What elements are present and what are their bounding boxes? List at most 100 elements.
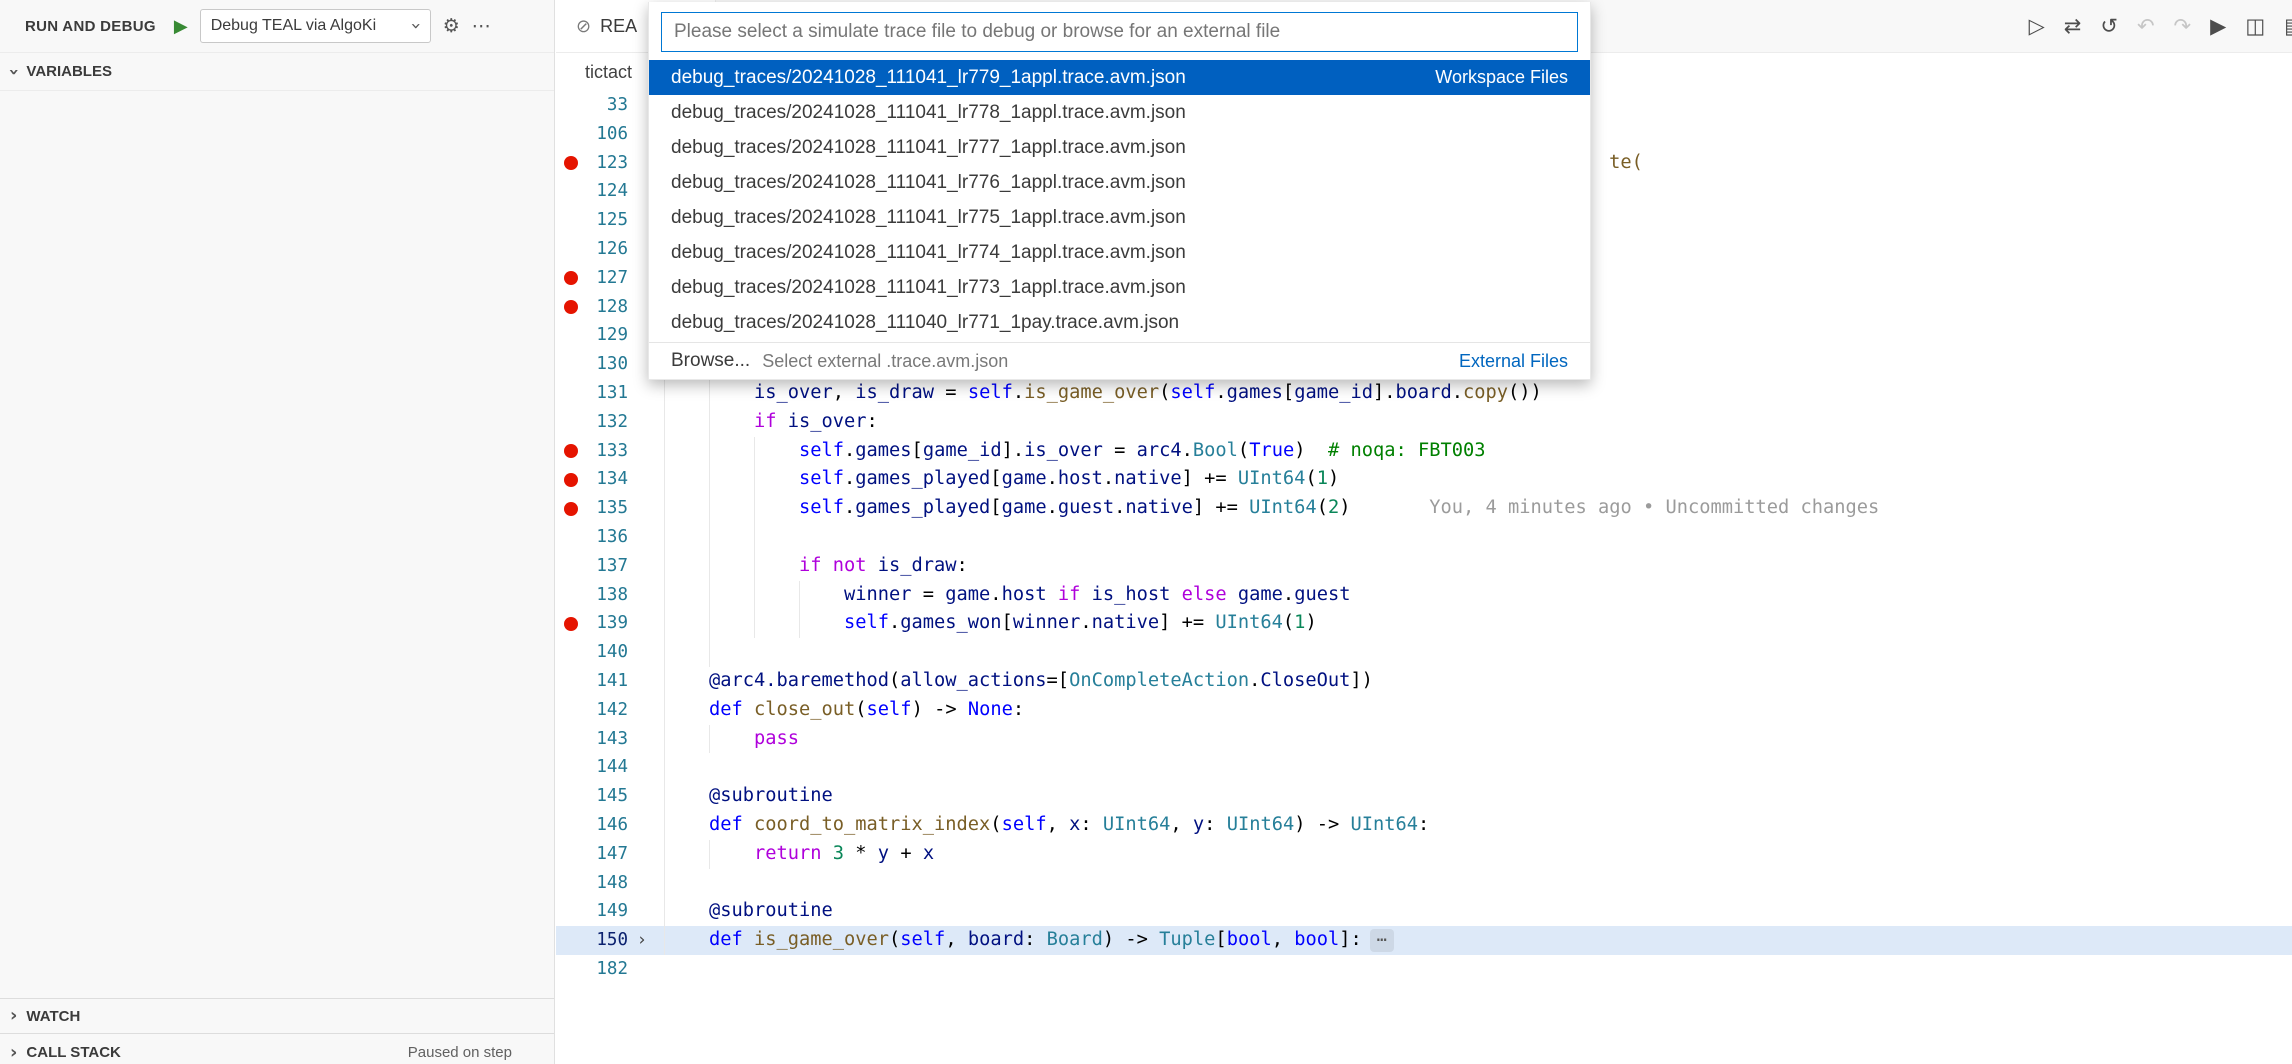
quick-pick-item[interactable]: debug_traces/20241028_111041_lr776_1appl… (649, 165, 1590, 200)
code-token: , (1047, 811, 1070, 840)
quick-pick-item[interactable]: debug_traces/20241028_111041_lr773_1appl… (649, 270, 1590, 305)
breakpoint-dot (564, 185, 578, 199)
fold-gutter (628, 696, 656, 725)
breakpoint-gutter[interactable] (556, 177, 586, 206)
code-token: , (833, 379, 856, 408)
breakpoint-gutter[interactable] (556, 955, 586, 984)
breakpoint-gutter[interactable] (556, 523, 586, 552)
debug-config-dropdown[interactable]: Debug TEAL via AlgoKi › (200, 9, 431, 43)
fold-chevron-icon[interactable]: › (628, 926, 656, 955)
indent-guide (664, 437, 709, 466)
run-below-icon[interactable]: ▶ (2210, 16, 2226, 37)
quick-pick-item[interactable]: debug_traces/20241028_111041_lr777_1appl… (649, 130, 1590, 165)
breakpoint-gutter[interactable] (556, 926, 586, 955)
quick-pick-browse-row[interactable]: Browse... Select external .trace.avm.jso… (649, 342, 1590, 379)
quick-pick-item[interactable]: debug_traces/20241028_111040_lr771_1pay.… (649, 305, 1590, 340)
layout-icon[interactable]: ▤ (2284, 16, 2292, 37)
code-token: . (1283, 581, 1294, 610)
breakpoint-gutter[interactable] (556, 379, 586, 408)
code-token: . (1249, 667, 1260, 696)
breakpoint-gutter[interactable] (556, 782, 586, 811)
code-token: board (968, 926, 1024, 955)
fold-gutter (628, 494, 656, 523)
previous-change-icon[interactable]: ↶ (2137, 16, 2155, 37)
start-debugging-button[interactable]: ▶ (174, 16, 188, 37)
line-number: 143 (586, 725, 628, 754)
breakpoint-gutter[interactable] (556, 350, 586, 379)
breakpoint-gutter[interactable] (556, 408, 586, 437)
variables-label: VARIABLES (26, 63, 112, 80)
indent-guide (664, 581, 709, 610)
quick-pick-input[interactable] (661, 12, 1578, 52)
folded-code-indicator[interactable]: ⋯ (1370, 929, 1394, 952)
breakpoint-gutter[interactable] (556, 552, 586, 581)
code-token: : (957, 552, 968, 581)
indent-guide (664, 725, 709, 754)
code-token: . (1047, 465, 1058, 494)
code-token: 1 (1294, 609, 1305, 638)
code-token: * (844, 840, 878, 869)
quick-pick-item[interactable]: debug_traces/20241028_111041_lr774_1appl… (649, 235, 1590, 270)
indent-guide (709, 840, 754, 869)
breakpoint-gutter[interactable] (556, 321, 586, 350)
breakpoint-icon[interactable] (556, 494, 586, 523)
quick-pick-item[interactable]: debug_traces/20241028_111041_lr775_1appl… (649, 200, 1590, 235)
breakpoint-gutter[interactable] (556, 638, 586, 667)
breakpoint-dot (564, 876, 578, 890)
code-token: coord_to_matrix_index (754, 811, 990, 840)
code-token: games_played (855, 494, 990, 523)
breakpoint-gutter[interactable] (556, 811, 586, 840)
vscode-window: RUN AND DEBUG ▶ Debug TEAL via AlgoKi › … (0, 0, 2292, 1064)
breakpoint-gutter[interactable] (556, 753, 586, 782)
indent-guide (664, 552, 709, 581)
code-text: if is_over: (656, 408, 2292, 437)
gear-icon[interactable]: ⚙ (443, 15, 460, 37)
split-editor-icon[interactable]: ◫ (2245, 16, 2265, 37)
breakpoint-gutter[interactable] (556, 667, 586, 696)
breakpoint-gutter[interactable] (556, 91, 586, 120)
quick-pick-item[interactable]: debug_traces/20241028_111041_lr779_1appl… (649, 60, 1590, 95)
code-token: ) (1339, 494, 1350, 523)
quick-pick: debug_traces/20241028_111041_lr779_1appl… (648, 2, 1591, 380)
code-token: ]. (1002, 437, 1025, 466)
more-actions-icon[interactable]: ⋯ (472, 15, 491, 37)
indent-guide (664, 869, 709, 898)
compare-changes-icon[interactable]: ⇄ (2064, 16, 2082, 37)
indent-guide (664, 811, 709, 840)
breakpoint-icon[interactable] (556, 149, 586, 178)
breakpoint-gutter[interactable] (556, 235, 586, 264)
line-number: 136 (586, 523, 628, 552)
next-change-icon[interactable]: ↷ (2174, 16, 2192, 37)
indent-guide (754, 581, 799, 610)
discard-changes-icon[interactable]: ↺ (2100, 16, 2118, 37)
breakpoint-icon[interactable] (556, 264, 586, 293)
file-icon: ⊘ (576, 16, 591, 37)
breakpoint-gutter[interactable] (556, 725, 586, 754)
code-token: . (1080, 609, 1091, 638)
breakpoint-gutter[interactable] (556, 206, 586, 235)
quick-pick-item[interactable]: debug_traces/20241028_111041_lr778_1appl… (649, 95, 1590, 130)
breakpoint-gutter[interactable] (556, 120, 586, 149)
code-token: self (1002, 811, 1047, 840)
breakpoint-gutter[interactable] (556, 897, 586, 926)
code-token: ) (1103, 926, 1126, 955)
code-token: UInt64 (1215, 609, 1283, 638)
watch-section-header[interactable]: › WATCH (0, 998, 554, 1033)
breakpoint-gutter[interactable] (556, 869, 586, 898)
run-icon[interactable]: ▷ (2029, 16, 2045, 37)
code-token: , (1170, 811, 1193, 840)
breakpoint-icon[interactable] (556, 437, 586, 466)
code-token: is_game_over (1024, 379, 1159, 408)
code-token: Board (1047, 926, 1103, 955)
external-files-badge[interactable]: External Files (1459, 351, 1568, 372)
code-line: 147return 3 * y + x (556, 840, 2292, 869)
breakpoint-gutter[interactable] (556, 840, 586, 869)
breakpoint-icon[interactable] (556, 465, 586, 494)
variables-section-header[interactable]: › VARIABLES (0, 53, 554, 91)
code-token: : (1418, 811, 1429, 840)
breakpoint-gutter[interactable] (556, 581, 586, 610)
breakpoint-icon[interactable] (556, 609, 586, 638)
breakpoint-gutter[interactable] (556, 696, 586, 725)
breakpoint-icon[interactable] (556, 293, 586, 322)
call-stack-section-header[interactable]: › CALL STACK Paused on step (0, 1033, 554, 1064)
